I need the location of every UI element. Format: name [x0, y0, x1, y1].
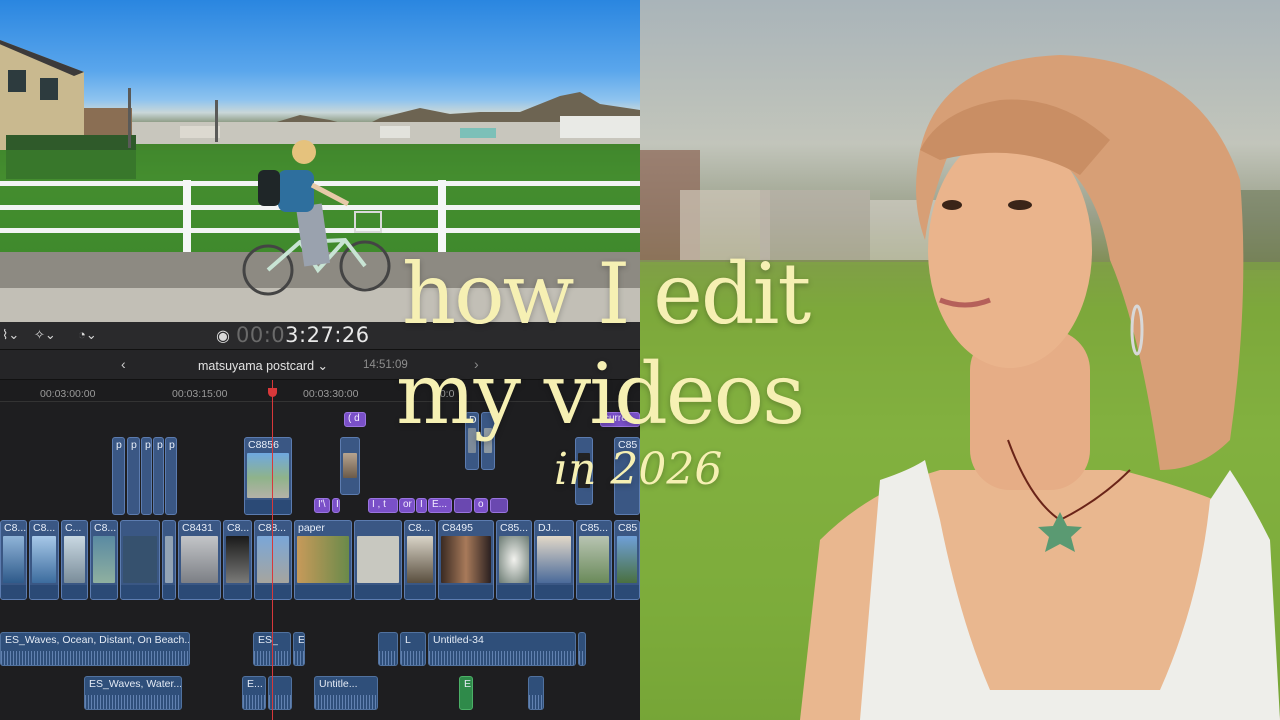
- primary-clip[interactable]: [162, 520, 176, 600]
- audio-clip[interactable]: E: [293, 632, 305, 666]
- connected-clip[interactable]: p: [153, 437, 164, 515]
- timecode-value: 3:27:26: [285, 323, 370, 347]
- primary-clip[interactable]: C85...: [496, 520, 532, 600]
- audio-clip[interactable]: [378, 632, 398, 666]
- audio-clip[interactable]: [528, 676, 544, 710]
- ruler-tick: 00:03:15:00: [172, 388, 228, 400]
- project-name: matsuyama postcard: [198, 359, 315, 373]
- audio-clip[interactable]: E...: [242, 676, 266, 710]
- timecode-dim: 00:0: [236, 323, 286, 347]
- audio-clip[interactable]: [578, 632, 586, 666]
- connected-clip[interactable]: [340, 437, 360, 495]
- title-clip[interactable]: I: [332, 498, 340, 513]
- title-clip[interactable]: o: [474, 498, 488, 513]
- primary-clip[interactable]: C8...: [0, 520, 27, 600]
- primary-clip[interactable]: C8...: [90, 520, 118, 600]
- connected-clip[interactable]: p: [141, 437, 152, 515]
- primary-clip[interactable]: C85...: [576, 520, 612, 600]
- primary-clip[interactable]: C...: [61, 520, 88, 600]
- overlay-title-line-2: my videos: [396, 345, 805, 443]
- title-clip[interactable]: E...: [428, 498, 452, 513]
- connected-clip[interactable]: C8856: [244, 437, 292, 515]
- title-clip[interactable]: I'\: [314, 498, 330, 513]
- title-clip[interactable]: ( d: [344, 412, 366, 427]
- audio-clip[interactable]: ES_Waves, Water...: [84, 676, 182, 710]
- primary-clip[interactable]: C8431: [178, 520, 221, 600]
- audio-clip[interactable]: Untitle...: [314, 676, 378, 710]
- connected-clip[interactable]: p: [127, 437, 140, 515]
- title-clip[interactable]: [490, 498, 508, 513]
- primary-clip[interactable]: C8...: [404, 520, 436, 600]
- play-icon[interactable]: ◉: [216, 326, 230, 346]
- select-tool-icon[interactable]: ⌇⌄: [2, 327, 19, 343]
- primary-clip[interactable]: C8495: [438, 520, 494, 600]
- primary-clip[interactable]: [354, 520, 402, 600]
- overlay-title-line-3: in 2026: [554, 444, 723, 495]
- primary-clip[interactable]: DJ...: [534, 520, 574, 600]
- title-clip[interactable]: I , t: [368, 498, 398, 513]
- back-icon[interactable]: ‹: [121, 356, 126, 372]
- playhead-handle[interactable]: [268, 388, 277, 397]
- timeline-tracks[interactable]: p p p p p C8856 D C85 ( d curren I'\ I I…: [0, 402, 640, 720]
- primary-clip[interactable]: C8...: [223, 520, 252, 600]
- primary-clip[interactable]: C88...: [254, 520, 292, 600]
- audio-clip[interactable]: Untitled-34: [428, 632, 576, 666]
- primary-clip[interactable]: C8...: [29, 520, 59, 600]
- chevron-down-icon: ⌄: [317, 359, 328, 373]
- timecode-display: 00:03:27:26: [236, 323, 370, 347]
- connected-clip[interactable]: p: [112, 437, 125, 515]
- audio-clip[interactable]: ES_Waves, Ocean, Distant, On Beach...: [0, 632, 190, 666]
- ruler-tick: 00:03:30:00: [303, 388, 359, 400]
- title-clip[interactable]: I: [416, 498, 427, 513]
- project-selector[interactable]: matsuyama postcard ⌄: [198, 358, 328, 373]
- connected-clip[interactable]: p: [165, 437, 177, 515]
- audio-clip[interactable]: L: [400, 632, 426, 666]
- primary-clip[interactable]: paper: [294, 520, 352, 600]
- playhead[interactable]: [272, 380, 273, 720]
- primary-clip[interactable]: [120, 520, 160, 600]
- magic-wand-icon[interactable]: ✧⌄: [34, 327, 56, 343]
- audio-clip[interactable]: E: [459, 676, 473, 710]
- ruler-tick: 00:03:00:00: [40, 388, 96, 400]
- title-clip[interactable]: [454, 498, 472, 513]
- overlay-title-line-1: how I edit: [402, 245, 811, 343]
- speed-gauge-icon[interactable]: ◔⌄: [78, 327, 97, 343]
- primary-clip[interactable]: C85: [614, 520, 640, 600]
- title-clip[interactable]: or: [399, 498, 415, 513]
